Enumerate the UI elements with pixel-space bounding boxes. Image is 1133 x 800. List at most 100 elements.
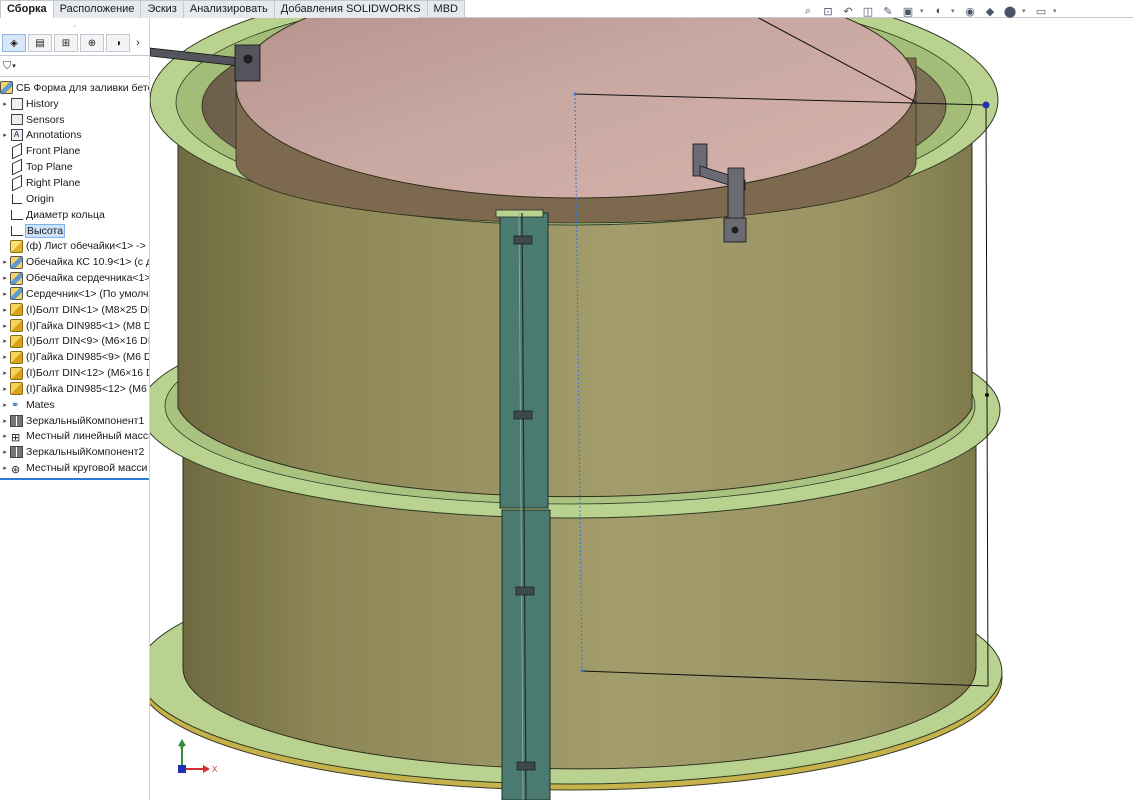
sketch-point-top [573, 92, 577, 96]
subassembly-icon [10, 271, 23, 285]
expand-arrow-icon[interactable]: ▸ [0, 385, 10, 393]
tree-item[interactable]: Высота [0, 223, 149, 239]
zoom-area-icon[interactable]: ⊡ [820, 3, 836, 19]
tree-item-label: Местный круговой масси [26, 462, 148, 475]
tree-item-label: ЗеркальныйКомпонент2 [26, 446, 145, 459]
tree-item[interactable]: ▸ ⊛ Местный круговой масси [0, 460, 149, 476]
filter-dropdown-caret[interactable]: ▾ [12, 62, 16, 70]
hide-show-icon[interactable]: ◉ [962, 3, 978, 19]
tree-item[interactable]: ▸ A Annotations [0, 128, 149, 144]
tree-item[interactable]: Top Plane [0, 158, 149, 176]
edit-appearance-icon[interactable]: ◆ [982, 3, 998, 19]
expand-arrow-icon[interactable]: ▸ [0, 464, 10, 472]
tab-3[interactable]: Анализировать [183, 0, 275, 18]
view-orientation-icon[interactable]: ▣ [900, 3, 916, 19]
sketch-icon [10, 225, 23, 237]
tree-item[interactable]: ▸ ЗеркальныйКомпонент2 [0, 444, 149, 460]
tree-item-label: (I)Гайка DIN985<12> (M6 [26, 382, 147, 395]
dropdown-caret-icon[interactable]: ▾ [1022, 7, 1030, 15]
mirror-icon [10, 414, 23, 427]
x-axis-label: X [212, 765, 218, 774]
tab-2[interactable]: Эскиз [141, 0, 184, 18]
tree-item-label: Right Plane [26, 176, 81, 189]
expand-arrow-icon[interactable]: ▸ [0, 353, 10, 361]
tree-item[interactable]: ▸ (I)Болт DIN<1> (M8×25 DI [0, 302, 149, 318]
tab-4[interactable]: Добавления SOLIDWORKS [274, 0, 428, 18]
dimxpert-manager-tab-icon[interactable]: ⊕ [80, 34, 104, 52]
tree-item-label: Annotations [26, 129, 82, 142]
expand-arrow-icon[interactable]: ▸ [0, 448, 10, 456]
feature-manager-panel: ◦ ◈ ▤ ⊞ ⊕ ◑ › ⛉ ▾ СБ Форма для заливки бетон ▸… [0, 18, 150, 800]
property-manager-tab-icon[interactable]: ▤ [28, 34, 52, 52]
expand-arrow-icon[interactable]: ▸ [0, 100, 10, 108]
tree-item-label: Top Plane [26, 161, 73, 174]
configuration-manager-tab-icon[interactable]: ⊞ [54, 34, 78, 52]
dropdown-caret-icon[interactable]: ▾ [951, 7, 959, 15]
zoom-to-fit-icon[interactable]: ⌕ [800, 3, 816, 19]
heads-up-view-toolbar: ⌕ ⊡ ↶ ◫ ✎ ▣ ▾ ◐ ▾ ◉ ◆ ⬤ ▾ ▭ ▾ [800, 2, 1064, 20]
tree-item[interactable]: ▸ Обечайка КС 10.9<1> (с д [0, 254, 149, 270]
tree-item[interactable]: Диаметр кольца [0, 207, 149, 223]
circular-pattern-icon: ⊛ [11, 464, 21, 477]
view-settings-icon[interactable]: ▭ [1033, 3, 1049, 19]
dropdown-caret-icon[interactable]: ▾ [1053, 7, 1061, 15]
expand-arrow-icon[interactable]: ▸ [0, 417, 10, 425]
rollback-bar[interactable] [0, 478, 149, 481]
tree-item[interactable]: ▸ ⊞ Местный линейный масси [0, 429, 149, 444]
tree-item[interactable]: ▸ (I)Гайка DIN985<1> (M8 D [0, 318, 149, 334]
y-axis-label: Y [179, 745, 185, 754]
feature-manager-tab-icon[interactable]: ◈ [2, 34, 26, 52]
expand-arrow-icon[interactable]: ▸ [0, 274, 10, 282]
tree-item[interactable]: Front Plane [0, 142, 149, 160]
expand-arrow-icon[interactable]: ▸ [0, 322, 10, 330]
expand-arrow-icon[interactable]: ▸ [0, 401, 10, 409]
panel-grip-handle[interactable]: ◦ [0, 18, 149, 34]
expand-arrow-icon[interactable]: ▸ [0, 337, 10, 345]
tree-item[interactable]: СБ Форма для заливки бетон [0, 80, 149, 96]
tree-item[interactable]: ▸ (I)Болт DIN<12> (M6×16 D [0, 365, 149, 381]
tree-item[interactable]: Origin [0, 191, 149, 207]
more-tabs-button[interactable]: › [132, 34, 144, 52]
expand-arrow-icon[interactable]: ▸ [0, 290, 10, 298]
tree-item[interactable]: ▸ History [0, 96, 149, 112]
tree-item[interactable]: ▸ (I)Гайка DIN985<9> (M6 D [0, 349, 149, 365]
graphics-area[interactable] [150, 18, 1133, 800]
expand-arrow-icon[interactable]: ▸ [0, 131, 10, 139]
display-manager-tab-icon[interactable]: ◑ [106, 34, 130, 52]
part-icon [10, 366, 23, 380]
tree-item[interactable]: (ф) Лист обечайки<1> -> [0, 238, 149, 254]
tree-item-label: (I)Гайка DIN985<9> (M6 D [26, 351, 150, 364]
section-view-icon[interactable]: ◫ [860, 3, 876, 19]
expand-arrow-icon[interactable]: ▸ [0, 258, 10, 266]
dynamic-annotation-icon[interactable]: ✎ [880, 3, 896, 19]
tree-item[interactable]: ▸ (I)Гайка DIN985<12> (M6 [0, 381, 149, 397]
tab-1[interactable]: Расположение [53, 0, 142, 18]
dropdown-caret-icon[interactable]: ▾ [920, 7, 928, 15]
display-style-icon[interactable]: ◐ [931, 3, 947, 19]
expand-arrow-icon[interactable]: ▸ [0, 432, 10, 440]
tree-item-label: (I)Болт DIN<1> (M8×25 DI [26, 303, 150, 316]
part-icon [10, 382, 23, 396]
mirror-icon [10, 446, 23, 459]
expand-arrow-icon[interactable]: ▸ [0, 306, 10, 314]
filter-icon[interactable]: ⛉ [3, 60, 11, 73]
tree-item[interactable]: ▸ (I)Болт DIN<9> (M6×16 DI [0, 334, 149, 350]
tree-item[interactable]: ▸ ЗеркальныйКомпонент1 [0, 413, 149, 429]
tree-item[interactable]: Right Plane [0, 174, 149, 192]
panel-manager-tabs: ◈ ▤ ⊞ ⊕ ◑ › [0, 34, 149, 52]
tree-item-label: Origin [26, 192, 55, 205]
tree-item[interactable]: ▸ Сердечник<1> (По умолч [0, 286, 149, 302]
tree-item-label: Mates [26, 398, 55, 411]
tab-0[interactable]: Сборка [0, 0, 54, 18]
plane-icon [10, 174, 23, 192]
origin-icon [10, 193, 23, 205]
tree-item-label: Обечайка КС 10.9<1> (с д [26, 256, 150, 269]
expand-arrow-icon[interactable]: ▸ [0, 369, 10, 377]
previous-view-icon[interactable]: ↶ [840, 3, 856, 19]
tree-item[interactable]: ▸ ⚭ Mates [0, 397, 149, 413]
tab-5[interactable]: MBD [427, 0, 465, 18]
part-icon [10, 334, 23, 348]
apply-scene-icon[interactable]: ⬤ [1002, 3, 1018, 19]
tree-item[interactable]: ▸ Обечайка сердечника<1> [0, 270, 149, 286]
tree-item[interactable]: Sensors [0, 112, 149, 128]
